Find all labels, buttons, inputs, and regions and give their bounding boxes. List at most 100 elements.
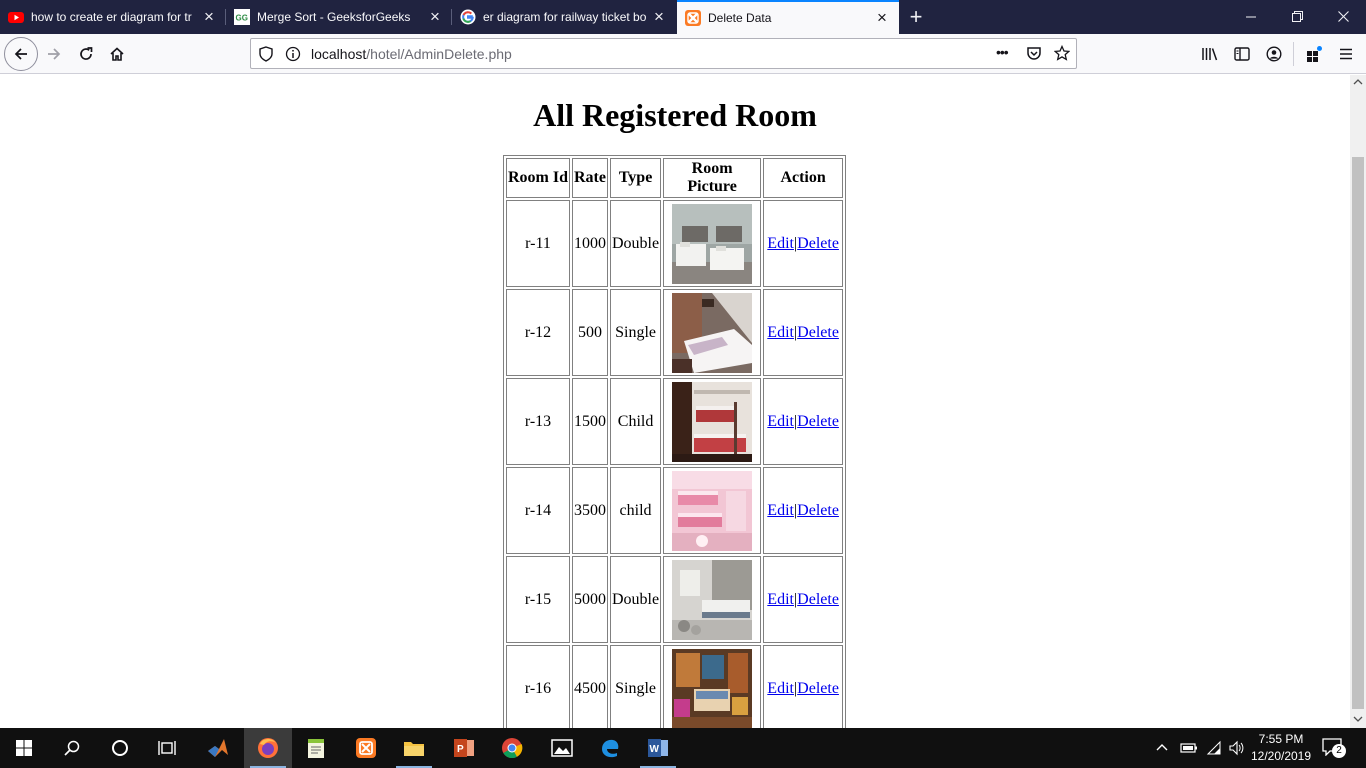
url-path: /hotel/AdminDelete.php <box>366 46 512 62</box>
column-header-room-id: Room Id <box>506 158 570 198</box>
tab-title: how to create er diagram for tr <box>31 10 192 24</box>
address-bar[interactable]: localhost/hotel/AdminDelete.php ••• <box>250 38 1077 69</box>
edit-link[interactable]: Edit <box>767 324 794 341</box>
show-hidden-icons-chevron-icon[interactable] <box>1156 741 1168 759</box>
type-cell: Child <box>610 378 662 465</box>
url-text[interactable]: localhost/hotel/AdminDelete.php <box>311 46 512 62</box>
photos-icon <box>551 739 573 757</box>
back-button[interactable] <box>4 37 38 71</box>
delete-link[interactable]: Delete <box>797 591 839 608</box>
page-scrollbar[interactable] <box>1350 75 1366 728</box>
volume-icon[interactable] <box>1228 740 1244 761</box>
room-picture <box>672 559 753 640</box>
scroll-up-arrow-icon[interactable] <box>1353 78 1363 88</box>
delete-link[interactable]: Delete <box>797 413 839 430</box>
taskbar-app-notepad-plus-plus[interactable] <box>292 728 340 768</box>
extensions-button[interactable] <box>1298 38 1330 70</box>
home-button[interactable] <box>101 38 133 70</box>
tab-geeksforgeeks[interactable]: GG Merge Sort - GeeksforGeeks × <box>226 0 452 34</box>
notepad-plus-plus-icon <box>308 739 324 758</box>
action-cell: Edit|Delete <box>763 467 844 554</box>
edit-link[interactable]: Edit <box>767 413 794 430</box>
pocket-icon[interactable] <box>1026 45 1042 66</box>
new-tab-button[interactable]: + <box>904 4 928 30</box>
scroll-down-arrow-icon[interactable] <box>1353 715 1363 725</box>
tab-google[interactable]: er diagram for railway ticket bo × <box>452 0 676 34</box>
close-tab-icon[interactable]: × <box>871 8 893 28</box>
delete-link[interactable]: Delete <box>797 680 839 697</box>
matlab-icon <box>208 739 228 757</box>
taskbar-app-file-explorer[interactable] <box>390 728 438 768</box>
battery-icon[interactable] <box>1180 741 1198 760</box>
close-tab-icon[interactable]: × <box>198 7 220 27</box>
delete-link[interactable]: Delete <box>797 324 839 341</box>
delete-link[interactable]: Delete <box>797 235 839 252</box>
edit-link[interactable]: Edit <box>767 502 794 519</box>
taskbar-app-powerpoint[interactable]: P <box>440 728 488 768</box>
start-button[interactable] <box>0 728 48 768</box>
action-cell: Edit|Delete <box>763 200 844 287</box>
search-button[interactable] <box>48 728 96 768</box>
close-tab-icon[interactable]: × <box>424 7 446 27</box>
taskbar-app-edge[interactable] <box>586 728 634 768</box>
room-picture-cell <box>663 467 762 554</box>
sidebar-icon <box>1234 47 1250 61</box>
page-actions-menu-icon[interactable]: ••• <box>996 44 1009 60</box>
room-picture-cell <box>663 378 762 465</box>
page-title: All Registered Room <box>533 97 817 133</box>
home-icon <box>110 47 124 61</box>
room-picture <box>672 203 753 284</box>
info-icon[interactable] <box>285 46 301 67</box>
scrollbar-thumb[interactable] <box>1352 157 1364 709</box>
tab-title: er diagram for railway ticket bo <box>483 10 647 24</box>
notification-center-button[interactable]: 2 <box>1322 738 1346 760</box>
edit-link[interactable]: Edit <box>767 235 794 252</box>
chrome-icon <box>502 738 523 759</box>
column-header-rate: Rate <box>572 158 608 198</box>
edit-link[interactable]: Edit <box>767 680 794 697</box>
restore-button[interactable] <box>1274 0 1320 34</box>
hamburger-menu-icon <box>1340 48 1352 60</box>
room-id-cell: r-11 <box>506 200 570 287</box>
task-view-button[interactable] <box>144 728 192 768</box>
account-button[interactable] <box>1258 38 1290 70</box>
notification-count-badge: 2 <box>1332 744 1346 758</box>
toolbar-divider <box>1293 42 1294 66</box>
edge-icon <box>602 739 619 758</box>
taskbar-app-firefox[interactable] <box>244 728 292 768</box>
cortana-button[interactable] <box>96 728 144 768</box>
taskbar-app-matlab[interactable] <box>194 728 242 768</box>
tab-title: Merge Sort - GeeksforGeeks <box>257 10 411 24</box>
tab-youtube[interactable]: how to create er diagram for tr × <box>0 0 226 34</box>
shield-icon[interactable] <box>259 46 273 67</box>
reload-button[interactable] <box>70 38 102 70</box>
minimize-button[interactable] <box>1228 0 1274 34</box>
taskbar-app-photos[interactable] <box>538 728 586 768</box>
forward-button[interactable] <box>38 38 70 70</box>
taskbar-app-word[interactable]: W <box>634 728 682 768</box>
url-host: localhost <box>311 46 367 62</box>
task-view-icon <box>158 741 176 755</box>
taskbar-app-chrome[interactable] <box>488 728 536 768</box>
menu-button[interactable] <box>1330 38 1362 70</box>
account-icon <box>1266 46 1282 62</box>
system-clock[interactable]: 7:55 PM 12/20/2019 <box>1246 731 1316 765</box>
taskbar-app-xampp[interactable] <box>342 728 390 768</box>
action-cell: Edit|Delete <box>763 378 844 465</box>
wifi-icon[interactable] <box>1206 740 1222 761</box>
xampp-icon <box>356 738 376 758</box>
type-cell: Single <box>610 289 662 376</box>
bookmark-star-icon[interactable] <box>1053 44 1071 66</box>
action-cell: Edit|Delete <box>763 289 844 376</box>
delete-link[interactable]: Delete <box>797 502 839 519</box>
tab-delete-data[interactable]: Delete Data × <box>677 0 899 34</box>
browser-tab-strip: how to create er diagram for tr × GG Mer… <box>0 0 1366 34</box>
room-id-cell: r-15 <box>506 556 570 643</box>
close-window-button[interactable] <box>1320 0 1366 34</box>
room-picture <box>672 470 753 551</box>
edit-link[interactable]: Edit <box>767 591 794 608</box>
close-tab-icon[interactable]: × <box>648 7 670 27</box>
library-button[interactable] <box>1194 38 1226 70</box>
room-id-cell: r-14 <box>506 467 570 554</box>
sidebar-button[interactable] <box>1226 38 1258 70</box>
